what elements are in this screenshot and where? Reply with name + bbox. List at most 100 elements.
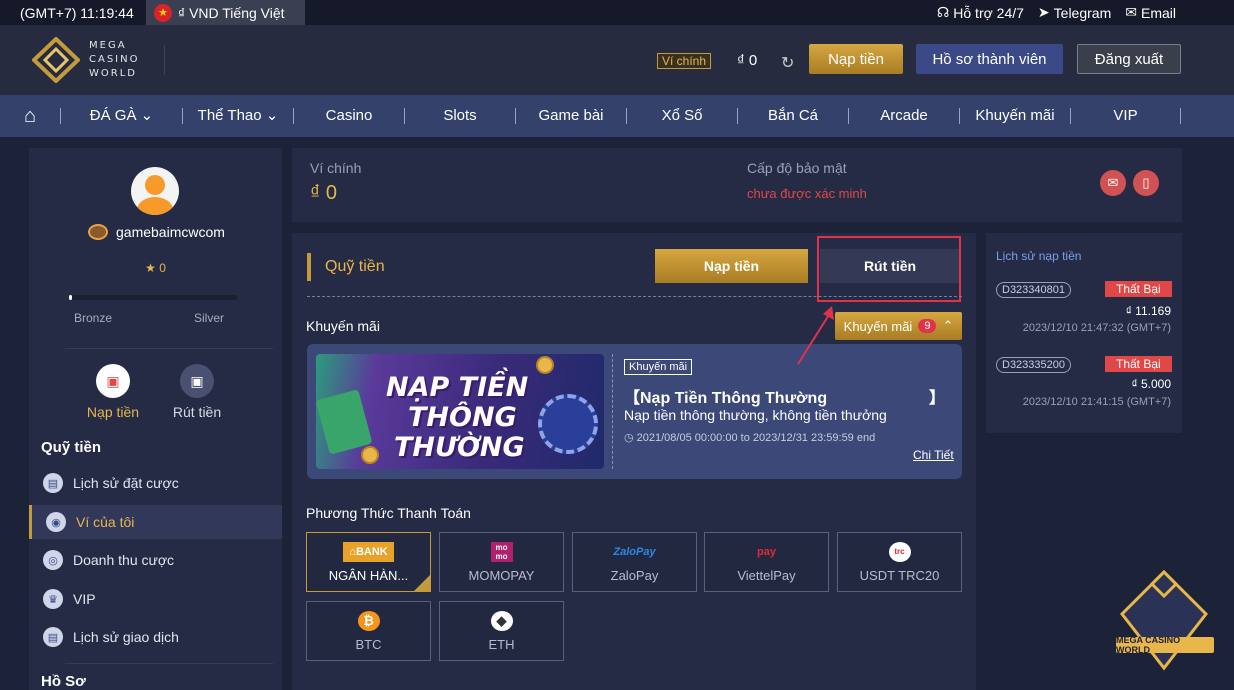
nav-item-vip[interactable]: VIP (1070, 108, 1181, 124)
status-badge: Thất Bại (1105, 281, 1172, 297)
payment-btc[interactable]: ₿ BTC (306, 601, 431, 661)
sidebar-item-vip[interactable]: ♛ VIP (29, 582, 282, 616)
watermark-text: MEGA CASINO WORLD (1116, 635, 1214, 655)
sidebar-item-turnover[interactable]: ◎ Doanh thu cược (29, 543, 282, 577)
transaction-time: 2023/12/10 21:41:15 (GMT+7) (1022, 396, 1171, 408)
header-deposit-button[interactable]: Nạp tiền (809, 44, 903, 74)
clock-icon: ◷ (624, 432, 637, 444)
divider (612, 354, 613, 469)
banner-text: NẠP TIỀN (386, 372, 529, 403)
nav-item-game-bai[interactable]: Game bài (515, 108, 626, 124)
sidebar-item-bet-history[interactable]: ▤ Lịch sử đặt cược (29, 466, 282, 500)
promotion-title: 【Nạp Tiền Thông Thường (624, 390, 828, 407)
deposit-wallet-icon: ▣ (96, 364, 130, 398)
username: gamebaimcwcom (88, 224, 225, 240)
telegram-icon: ➤ (1037, 4, 1050, 20)
transaction-amount: ₫ 11.169 (1125, 304, 1171, 318)
mail-icon: ✉ (1125, 4, 1137, 20)
username-text: gamebaimcwcom (116, 224, 225, 240)
language-label: ₫ VND Tiếng Việt (178, 4, 285, 21)
promotion-banner-image: NẠP TIỀN THÔNG THƯỜNG (316, 354, 604, 469)
quick-withdraw-button[interactable]: ▣ Rút tiền (162, 364, 232, 420)
sidebar-item-label: VIP (73, 591, 96, 607)
chevron-up-icon: ⌃ (942, 318, 954, 333)
quick-deposit-label: Nạp tiền (86, 404, 140, 420)
header: MEGA CASINO WORLD Ví chính ₫ 0 ↻ Nạp tiề… (0, 25, 1234, 95)
level-from: Bronze (74, 311, 113, 325)
verify-email-icon[interactable]: ✉ (1100, 170, 1126, 196)
quick-deposit-button[interactable]: ▣ Nạp tiền (78, 364, 148, 420)
status-badge: Thất Bại (1105, 356, 1172, 372)
security-level-value: chưa được xác minh (747, 186, 867, 201)
transaction-amount: ₫ 5.000 (1131, 377, 1171, 391)
payment-methods-label: Phương Thức Thanh Toán (306, 505, 471, 521)
payment-eth[interactable]: ◆ ETH (439, 601, 564, 661)
nav-item-arcade[interactable]: Arcade (848, 108, 959, 124)
language-selector[interactable]: ★ ₫ VND Tiếng Việt (146, 0, 305, 25)
transaction-history-icon: ▤ (43, 627, 63, 647)
transaction-code: D323340801 (996, 282, 1072, 298)
payment-viettelpay[interactable]: pay ViettelPay (704, 532, 829, 592)
withdraw-wallet-icon: ▣ (180, 364, 214, 398)
payment-label: ViettelPay (737, 567, 796, 583)
promotion-details-link[interactable]: Chi Tiết (913, 448, 954, 462)
support-link[interactable]: ☊ Hỗ trợ 24/7 (937, 4, 1024, 21)
avatar[interactable] (131, 167, 179, 215)
transaction-time: 2023/12/10 21:47:32 (GMT+7) (1022, 322, 1171, 334)
tab-deposit[interactable]: Nạp tiền (655, 249, 808, 283)
quick-withdraw-label: Rút tiền (172, 404, 222, 420)
mega-casino-logo-icon[interactable] (32, 37, 80, 83)
support-label: Hỗ trợ 24/7 (953, 4, 1024, 21)
payment-zalopay[interactable]: ZaloPay ZaloPay (572, 532, 697, 592)
zalopay-icon: ZaloPay (613, 545, 656, 558)
payment-momo[interactable]: mo mo MOMOPAY (439, 532, 564, 592)
promotion-card[interactable]: NẠP TIỀN THÔNG THƯỜNG Khuyến mãi 【Nạp Ti… (307, 344, 962, 479)
telegram-link[interactable]: ➤ Telegram (1038, 4, 1111, 21)
nav-item-xo-so[interactable]: Xổ Số (626, 108, 737, 124)
funds-panel: Quỹ tiền Nạp tiền Rút tiền Khuyến mãi Kh… (292, 233, 976, 690)
main-wallet-value: ₫ 0 (310, 182, 337, 204)
main-wallet-label: Ví chính (310, 160, 362, 176)
payment-label: BTC (355, 636, 382, 652)
refresh-icon[interactable]: ↻ (781, 53, 794, 73)
deposit-history-panel: Lịch sử nạp tiền D323340801 Thất Bại ₫ 1… (986, 233, 1182, 433)
deposit-history-title[interactable]: Lịch sử nạp tiền (996, 249, 1081, 263)
nav-item-ban-ca[interactable]: Bắn Cá (737, 108, 848, 124)
payment-bank[interactable]: ⌂ BANK NGÂN HÀN... (306, 532, 431, 592)
security-level-label: Cấp độ bảo mật (747, 160, 847, 176)
nav-item-da-ga[interactable]: ĐÁ GÀ ⌄ (60, 108, 182, 124)
sidebar-item-label: Doanh thu cược (73, 552, 175, 568)
vip-crown-icon: ♛ (43, 589, 63, 609)
divider (65, 663, 273, 664)
payment-label: MOMOPAY (468, 567, 535, 583)
email-link[interactable]: ✉ Email (1125, 4, 1176, 21)
nav-item-slots[interactable]: Slots (404, 108, 515, 124)
panel-title: Quỹ tiền (325, 258, 385, 275)
member-profile-button[interactable]: Hồ sơ thành viên (916, 44, 1063, 74)
nav-label: Thể Thao (197, 107, 262, 124)
account-info-bar: Ví chính ₫ 0 Cấp độ bảo mật chưa được xá… (292, 148, 1182, 222)
sidebar-item-label: Ví của tôi (76, 514, 135, 530)
divider (164, 45, 165, 75)
rank-badge-icon (88, 224, 108, 240)
sidebar-item-my-wallet[interactable]: ◉ Ví của tôi (29, 505, 282, 539)
promotion-button-label: Khuyến mãi (843, 318, 913, 334)
promotion-title-bracket: 】 (929, 390, 946, 407)
section-title-profile: Hồ Sơ (41, 673, 86, 690)
logout-button[interactable]: Đăng xuất (1077, 44, 1181, 74)
tron-icon: trc (888, 541, 911, 562)
verify-phone-icon[interactable]: ▯ (1133, 170, 1159, 196)
sidebar-item-transaction-history[interactable]: ▤ Lịch sử giao dịch (29, 620, 282, 654)
nav-item-casino[interactable]: Casino (293, 108, 404, 124)
title-accent (307, 253, 311, 281)
telegram-label: Telegram (1053, 4, 1112, 21)
promotion-dropdown-button[interactable]: Khuyến mãi 9 ⌃ (835, 312, 962, 340)
payment-label: ZaloPay (610, 567, 659, 583)
nav-item-the-thao[interactable]: Thể Thao ⌄ (182, 108, 293, 124)
promotion-count-badge: 9 (918, 319, 937, 333)
nav-item-khuyen-mai[interactable]: Khuyến mãi (959, 108, 1070, 124)
annotation-arrow-icon (797, 306, 834, 365)
home-icon[interactable]: ⌂ (0, 105, 60, 128)
momo-icon: mo mo (490, 541, 513, 562)
payment-usdt-trc20[interactable]: trc USDT TRC20 (837, 532, 962, 592)
